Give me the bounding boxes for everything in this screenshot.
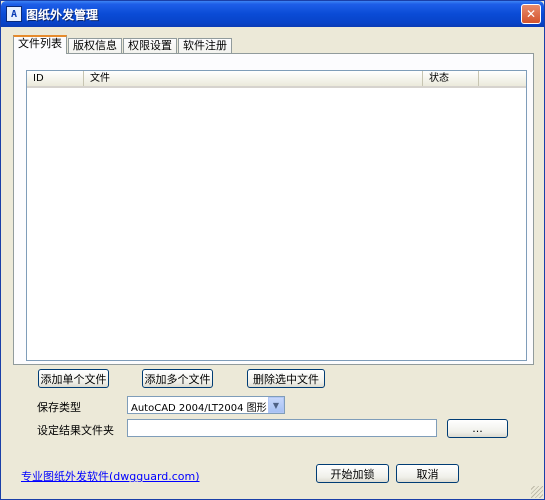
add-single-file-button[interactable]: 添加单个文件	[38, 369, 109, 388]
delete-selected-files-button[interactable]: 删除选中文件	[247, 369, 325, 388]
output-folder-label: 设定结果文件夹	[37, 424, 114, 437]
file-list-header: ID 文件 状态	[27, 71, 526, 88]
product-website-link[interactable]: 专业图纸外发软件(dwgguard.com)	[21, 468, 200, 484]
save-type-label: 保存类型	[37, 401, 81, 414]
tab-copyright-info[interactable]: 版权信息	[68, 38, 122, 54]
column-header-status[interactable]: 状态	[423, 71, 479, 86]
close-icon: ✕	[525, 7, 537, 21]
add-multiple-files-button[interactable]: 添加多个文件	[142, 369, 213, 388]
tab-software-registration[interactable]: 软件注册	[178, 38, 232, 54]
cancel-button[interactable]: 取消	[396, 464, 459, 483]
start-lock-button[interactable]: 开始加锁	[316, 464, 389, 483]
browse-folder-button[interactable]: ...	[447, 419, 508, 438]
window-title: 图纸外发管理	[26, 8, 99, 22]
tab-panel-file-list: ID 文件 状态	[13, 53, 534, 365]
app-icon: A	[6, 6, 22, 22]
close-button[interactable]: ✕	[521, 4, 541, 24]
column-header-file[interactable]: 文件	[84, 71, 423, 86]
main-window: A 图纸外发管理 ✕ 文件列表 版权信息 权限设置 软件注册 ID 文件 状态 …	[0, 0, 545, 500]
save-type-select[interactable]: AutoCAD 2004/LT2004 图形 ▼	[127, 396, 285, 414]
file-list-body[interactable]	[27, 90, 526, 360]
output-folder-input[interactable]	[127, 419, 437, 437]
column-header-filler	[479, 71, 526, 86]
file-list-view[interactable]: ID 文件 状态	[26, 70, 527, 361]
tab-file-list[interactable]: 文件列表	[13, 35, 67, 54]
save-type-value: AutoCAD 2004/LT2004 图形	[131, 403, 267, 414]
column-header-id[interactable]: ID	[27, 71, 84, 86]
chevron-down-icon[interactable]: ▼	[268, 397, 284, 413]
resize-grip-icon[interactable]	[531, 486, 543, 498]
title-bar[interactable]: A 图纸外发管理 ✕	[1, 1, 544, 27]
tab-permission-settings[interactable]: 权限设置	[123, 38, 177, 54]
tab-strip: 文件列表 版权信息 权限设置 软件注册	[13, 35, 233, 54]
